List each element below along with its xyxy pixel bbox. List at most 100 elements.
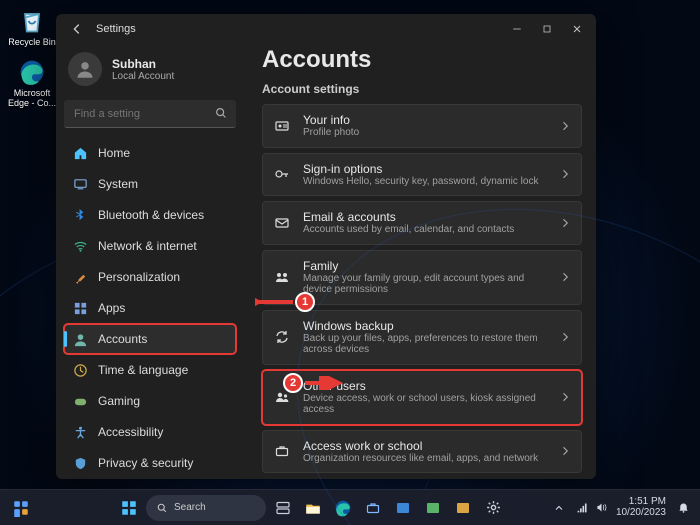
tray-status[interactable]	[576, 501, 608, 514]
taskbar-app-generic3[interactable]	[450, 495, 476, 521]
chevron-right-icon	[559, 217, 571, 229]
sidebar-item-label: Privacy & security	[98, 456, 193, 470]
taskbar-app-generic2[interactable]	[420, 495, 446, 521]
taskbar-app-generic1[interactable]	[390, 495, 416, 521]
sidebar-item-home[interactable]: Home	[64, 138, 236, 168]
taskbar-app-settings[interactable]	[480, 495, 506, 521]
desktop-icon-label: Recycle Bin	[8, 38, 56, 47]
settings-window: Settings Subhan Local Account Home System…	[56, 14, 596, 479]
card-subtitle: Organization resources like email, apps,…	[303, 453, 547, 465]
close-button[interactable]	[562, 15, 592, 43]
briefcase-icon	[273, 442, 291, 460]
gaming-icon	[72, 393, 88, 409]
card-backup[interactable]: Windows backupBack up your files, apps, …	[262, 310, 582, 365]
wifi-icon	[72, 238, 88, 254]
card-title: Sign-in options	[303, 162, 547, 176]
tray-overflow[interactable]	[550, 495, 568, 521]
card-title: Access work or school	[303, 439, 547, 453]
card-signin[interactable]: Sign-in optionsWindows Hello, security k…	[262, 153, 582, 197]
profile-block[interactable]: Subhan Local Account	[64, 48, 236, 96]
chevron-right-icon	[559, 120, 571, 132]
sidebar-item-label: Apps	[98, 301, 125, 315]
taskbar-app-store[interactable]	[360, 495, 386, 521]
profile-name: Subhan	[112, 57, 174, 71]
brush-icon	[72, 269, 88, 285]
card-subtitle: Accounts used by email, calendar, and co…	[303, 224, 547, 236]
desktop-icon-recycle-bin[interactable]: Recycle Bin	[6, 6, 58, 47]
sidebar-item-personalization[interactable]: Personalization	[64, 262, 236, 292]
apps-icon	[72, 300, 88, 316]
sidebar-item-accessibility[interactable]: Accessibility	[64, 417, 236, 447]
sidebar-item-bluetooth[interactable]: Bluetooth & devices	[64, 200, 236, 230]
card-subtitle: Profile photo	[303, 127, 547, 139]
card-title: Other users	[303, 379, 547, 393]
sidebar-item-time[interactable]: Time & language	[64, 355, 236, 385]
chevron-right-icon	[559, 271, 571, 283]
avatar	[68, 52, 102, 86]
taskbar-clock[interactable]: 1:51 PM 10/20/2023	[616, 497, 666, 518]
person-icon	[72, 331, 88, 347]
sidebar-item-system[interactable]: System	[64, 169, 236, 199]
sidebar-item-label: Personalization	[98, 270, 180, 284]
card-subtitle: Manage your family group, edit account t…	[303, 273, 547, 296]
home-icon	[72, 145, 88, 161]
sidebar-item-label: Gaming	[98, 394, 140, 408]
sidebar-item-network[interactable]: Network & internet	[64, 231, 236, 261]
sidebar-item-gaming[interactable]: Gaming	[64, 386, 236, 416]
window-title: Settings	[96, 23, 502, 35]
clock-icon	[72, 362, 88, 378]
page-heading: Accounts	[262, 46, 582, 74]
id-icon	[273, 117, 291, 135]
card-email[interactable]: Email & accountsAccounts used by email, …	[262, 201, 582, 245]
shield-icon	[72, 455, 88, 471]
chevron-right-icon	[559, 331, 571, 343]
clock-time: 1:51 PM	[616, 497, 666, 508]
taskbar-app-edge[interactable]	[330, 495, 356, 521]
sidebar-item-label: Accessibility	[98, 425, 163, 439]
maximize-button[interactable]	[532, 15, 562, 43]
other-users-icon	[273, 388, 291, 406]
sidebar-item-privacy[interactable]: Privacy & security	[64, 448, 236, 478]
notifications-button[interactable]	[674, 495, 692, 521]
card-your-info[interactable]: Your infoProfile photo	[262, 104, 582, 148]
search-icon	[214, 106, 228, 120]
sidebar-item-label: Bluetooth & devices	[98, 208, 204, 222]
card-title: Family	[303, 259, 547, 273]
sidebar-item-label: System	[98, 177, 138, 191]
card-work-school[interactable]: Access work or schoolOrganization resour…	[262, 430, 582, 474]
sync-icon	[273, 328, 291, 346]
edge-icon	[17, 57, 47, 87]
main-panel: Accounts Account settings Your infoProfi…	[244, 44, 596, 479]
sidebar-item-label: Network & internet	[98, 239, 197, 253]
sidebar: Subhan Local Account Home System Bluetooth…	[56, 44, 244, 479]
card-other-users[interactable]: Other usersDevice access, work or school…	[262, 370, 582, 425]
card-family[interactable]: FamilyManage your family group, edit acc…	[262, 250, 582, 305]
card-subtitle: Device access, work or school users, kio…	[303, 393, 547, 416]
desktop-icon-edge[interactable]: Microsoft Edge - Co...	[6, 57, 58, 108]
back-button[interactable]	[66, 18, 88, 40]
clock-date: 10/20/2023	[616, 508, 666, 519]
family-icon	[273, 268, 291, 286]
mail-icon	[273, 214, 291, 232]
search-box	[64, 100, 236, 128]
bluetooth-icon	[72, 207, 88, 223]
titlebar: Settings	[56, 14, 596, 44]
chevron-right-icon	[559, 391, 571, 403]
network-icon	[576, 501, 589, 514]
card-title: Windows backup	[303, 319, 547, 333]
search-input[interactable]	[64, 100, 236, 128]
card-subtitle: Windows Hello, security key, password, d…	[303, 176, 547, 188]
sidebar-item-label: Accounts	[98, 332, 147, 346]
volume-icon	[595, 501, 608, 514]
sidebar-item-apps[interactable]: Apps	[64, 293, 236, 323]
start-button[interactable]	[116, 495, 142, 521]
task-view-button[interactable]	[270, 495, 296, 521]
taskbar-search[interactable]: Search	[146, 495, 266, 521]
taskbar-widgets[interactable]	[8, 495, 34, 521]
desktop-icon-label: Microsoft Edge - Co...	[6, 89, 58, 108]
card-subtitle: Back up your files, apps, preferences to…	[303, 333, 547, 356]
minimize-button[interactable]	[502, 15, 532, 43]
sidebar-item-accounts[interactable]: Accounts	[64, 324, 236, 354]
card-title: Email & accounts	[303, 210, 547, 224]
taskbar-app-explorer[interactable]	[300, 495, 326, 521]
